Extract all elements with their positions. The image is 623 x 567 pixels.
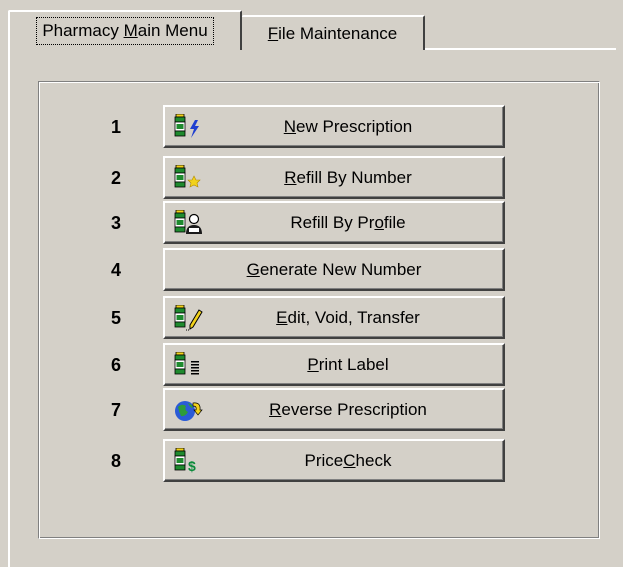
pharmacy-window: Pharmacy Main Menu File Maintenance 1 Ne… [0,0,623,567]
tab-pharmacy-main-menu[interactable]: Pharmacy Main Menu [8,10,242,50]
tab-file-maintenance[interactable]: File Maintenance [242,15,425,50]
tab-page [8,48,616,567]
tab-label: Pharmacy Main Menu [36,17,214,45]
tab-label: File Maintenance [267,23,398,43]
